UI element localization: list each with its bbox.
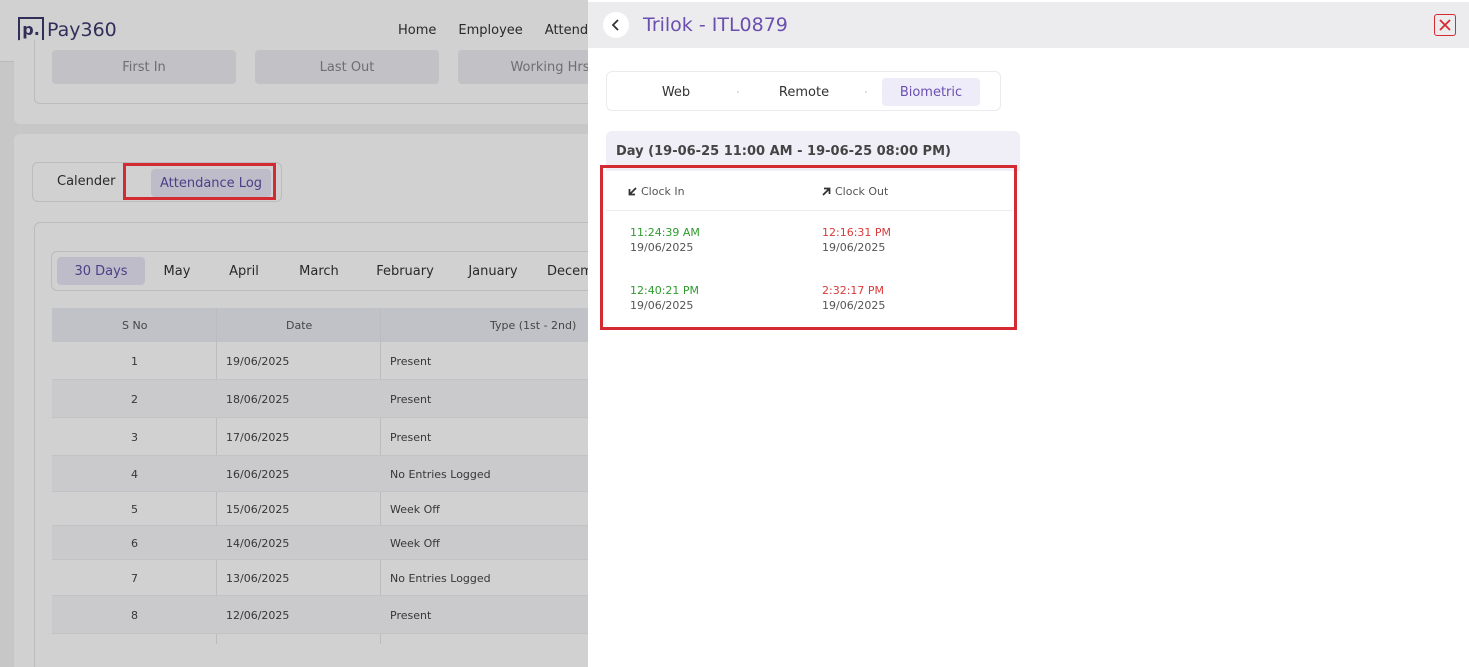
tab-biometric[interactable]: Biometric: [882, 78, 980, 106]
clock-in-label: Clock In: [641, 185, 685, 198]
clock-in-entry: 12:40:21 PM 19/06/2025: [630, 283, 699, 313]
clock-in-date: 19/06/2025: [630, 299, 694, 312]
back-chevron-icon: [611, 19, 619, 31]
panel-title: Trilok - ITL0879: [643, 14, 788, 36]
day-header: Day (19-06-25 11:00 AM - 19-06-25 08:00 …: [606, 131, 1020, 171]
clock-out-time: 2:32:17 PM: [822, 284, 885, 297]
punch-log-header: Clock In Clock Out: [606, 171, 1012, 211]
clock-out-entry: 12:16:31 PM 19/06/2025: [822, 225, 891, 255]
clock-in-arrow-icon: [628, 187, 637, 196]
back-button[interactable]: [603, 12, 629, 38]
clock-out-time: 12:16:31 PM: [822, 226, 892, 239]
tab-remote[interactable]: Remote: [757, 78, 851, 106]
clock-out-entry: 2:32:17 PM 19/06/2025: [822, 283, 885, 313]
tab-separator: [737, 91, 739, 93]
attendance-detail-panel: Trilok - ITL0879 Web Remote Biometric Da…: [588, 0, 1469, 667]
punch-log-card: Clock In Clock Out 11:24:39 AM 19/06/202…: [606, 171, 1012, 323]
tab-separator: [865, 91, 867, 93]
clock-out-date: 19/06/2025: [822, 299, 886, 312]
clock-in-header: Clock In: [628, 185, 685, 198]
clock-in-date: 19/06/2025: [630, 241, 694, 254]
clock-out-arrow-icon: [822, 187, 831, 196]
clock-in-time: 12:40:21 PM: [630, 284, 700, 297]
close-button[interactable]: [1434, 14, 1456, 36]
clock-out-date: 19/06/2025: [822, 241, 886, 254]
clock-out-label: Clock Out: [835, 185, 889, 198]
close-icon: [1439, 19, 1451, 31]
panel-header: Trilok - ITL0879: [588, 2, 1469, 48]
clock-in-entry: 11:24:39 AM 19/06/2025: [630, 225, 700, 255]
source-tabs: Web Remote Biometric: [606, 71, 1001, 111]
clock-in-time: 11:24:39 AM: [630, 226, 700, 239]
day-label: Day (19-06-25 11:00 AM - 19-06-25 08:00 …: [616, 144, 951, 159]
tab-web[interactable]: Web: [627, 78, 725, 106]
clock-out-header: Clock Out: [822, 185, 888, 198]
